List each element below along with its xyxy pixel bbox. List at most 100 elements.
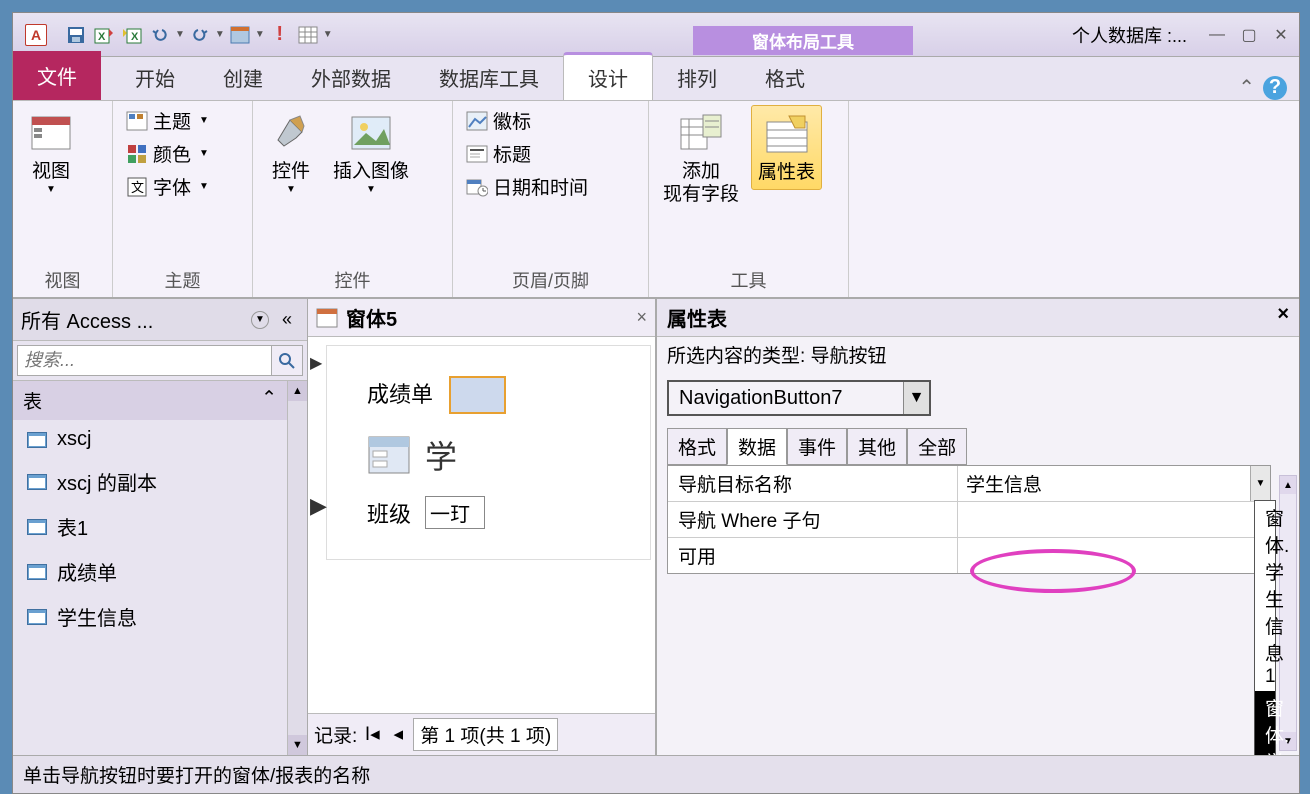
tab-home[interactable]: 开始 [111,55,199,100]
navigation-pane: 所有 Access ... ▼ « 表⌃ xscj xscj 的副本 表1 成绩… [13,299,308,755]
undo-icon[interactable] [147,22,173,48]
prop-value-input[interactable] [958,541,1270,571]
excel-export-icon[interactable]: X [91,22,117,48]
view-button[interactable]: 视图 ▼ [21,105,81,199]
colors-button[interactable]: 颜色▼ [121,138,213,169]
section-marker-icon[interactable]: ▶ [310,353,324,367]
prop-tab-all[interactable]: 全部 [907,428,967,465]
prop-object-selector[interactable]: NavigationButton7 ▼ [667,380,931,416]
record-first-icon[interactable]: I◂ [361,723,383,746]
minimize-button[interactable]: — [1203,25,1231,45]
tab-design[interactable]: 设计 [563,52,653,100]
fonts-icon: 文 [125,175,149,199]
datasheet-icon[interactable] [295,22,321,48]
collapse-group-icon: ⌃ [261,387,277,414]
redo-icon[interactable] [187,22,213,48]
nav-item-table[interactable]: xscj [13,420,287,459]
qat-customize-icon[interactable]: ▼ [323,29,333,40]
field-label: 班级 [367,497,411,529]
nav-group-tables[interactable]: 表⌃ [13,381,287,420]
nav-button-selected[interactable] [449,376,505,414]
nav-item-table[interactable]: 成绩单 [13,549,287,594]
title-button[interactable]: 标题 [461,138,592,169]
controls-icon [267,109,315,157]
prop-row: 可用 [668,538,1270,573]
ribbon-tabs: 文件 开始 创建 外部数据 数据库工具 设计 排列 格式 ⌃ ? [13,57,1299,101]
group-tools-label: 工具 [657,265,840,295]
form-dropdown-icon[interactable]: ▼ [255,29,265,40]
table-icon [27,564,47,580]
nav-item-table[interactable]: xscj 的副本 [13,459,287,504]
dropdown-item[interactable]: 窗体.学生信息 [1255,691,1275,755]
nav-button-label: 成绩单 [367,382,433,407]
excel-import-icon[interactable]: X [119,22,145,48]
form-header-icon [367,435,411,475]
form-tab-icon [316,308,338,328]
app-icon: A [25,24,47,46]
save-icon[interactable] [63,22,89,48]
tab-file[interactable]: 文件 [13,51,101,100]
themes-icon [125,109,149,133]
tab-database-tools[interactable]: 数据库工具 [415,55,563,100]
close-button[interactable]: ✕ [1267,25,1295,45]
scroll-up-icon[interactable]: ▲ [288,381,307,401]
prop-value-input[interactable] [958,505,1270,535]
nav-search-input[interactable] [17,345,271,376]
prop-close-icon[interactable]: × [1277,303,1289,332]
prop-tab-data[interactable]: 数据 [727,428,787,465]
themes-button[interactable]: 主题▼ [121,105,213,136]
alert-icon[interactable]: ! [267,22,293,48]
dropdown-arrow-icon[interactable]: ▼ [1250,466,1270,501]
nav-collapse-icon[interactable]: « [275,309,299,330]
logo-icon [465,109,489,133]
record-prev-icon[interactable]: ◂ [387,723,409,746]
nav-dropdown-icon[interactable]: ▼ [251,311,269,329]
scroll-down-icon[interactable]: ▼ [288,735,307,755]
view-icon [27,109,75,157]
undo-dropdown-icon[interactable]: ▼ [175,29,185,40]
dropdown-item[interactable]: 窗体.学生信息1 [1255,501,1275,691]
group-headerfooter-label: 页眉/页脚 [461,265,640,295]
prop-title: 属性表 [667,303,727,332]
logo-button[interactable]: 徽标 [461,105,592,136]
tab-create[interactable]: 创建 [199,55,287,100]
group-theme-label: 主题 [121,265,244,295]
datetime-button[interactable]: 日期和时间 [461,171,592,202]
fonts-button[interactable]: 文字体▼ [121,171,213,202]
tab-external-data[interactable]: 外部数据 [287,55,415,100]
svg-text:X: X [131,31,139,43]
doc-close-icon[interactable]: × [636,307,647,328]
form-icon[interactable] [227,22,253,48]
nav-item-table[interactable]: 表1 [13,504,287,549]
maximize-button[interactable]: ▢ [1235,25,1263,45]
nav-scrollbar[interactable]: ▲ ▼ [287,381,307,755]
section-marker-icon[interactable]: ▶ [310,493,324,507]
help-button[interactable]: ? [1263,76,1287,100]
doc-tab[interactable]: 窗体5 × [308,299,655,337]
group-controls-label: 控件 [261,265,444,295]
ribbon-collapse-icon[interactable]: ⌃ [1238,75,1255,100]
search-icon[interactable] [271,345,303,376]
tab-format[interactable]: 格式 [741,55,829,100]
nav-header[interactable]: 所有 Access ... ▼ « [13,299,307,341]
prop-value-input[interactable] [958,469,1250,499]
field-input[interactable] [425,496,485,529]
nav-item-table[interactable]: 学生信息 [13,594,287,639]
insert-image-icon [347,109,395,157]
dropdown-arrow-icon[interactable]: ▼ [903,382,929,414]
insert-image-button[interactable]: 插入图像 ▼ [327,105,415,199]
prop-tab-other[interactable]: 其他 [847,428,907,465]
scroll-up-icon[interactable]: ▲ [1280,476,1296,494]
record-navigation: 记录: I◂ ◂ 第 1 项(共 1 项) [308,713,655,755]
prop-tab-event[interactable]: 事件 [787,428,847,465]
add-fields-button[interactable]: 添加 现有字段 [657,105,745,211]
prop-tab-format[interactable]: 格式 [667,428,727,465]
form-canvas[interactable]: 成绩单 ▶ 学 班级 [326,345,651,560]
redo-dropdown-icon[interactable]: ▼ [215,29,225,40]
property-sheet-button[interactable]: 属性表 [751,105,822,190]
quick-access-toolbar: X X ▼ ▼ ▼ ! ▼ [55,22,333,48]
prop-grid: 导航目标名称 ▼ 窗体.学生信息1 窗体.学生信息 窗体.窗体5 窗体.窗体4 … [667,465,1271,574]
controls-button[interactable]: 控件 ▼ [261,105,321,199]
tab-arrange[interactable]: 排列 [653,55,741,100]
titlebar: A X X ▼ ▼ ▼ ! ▼ 窗体布局工具 个人数据库 :... — ▢ ✕ [13,13,1299,57]
